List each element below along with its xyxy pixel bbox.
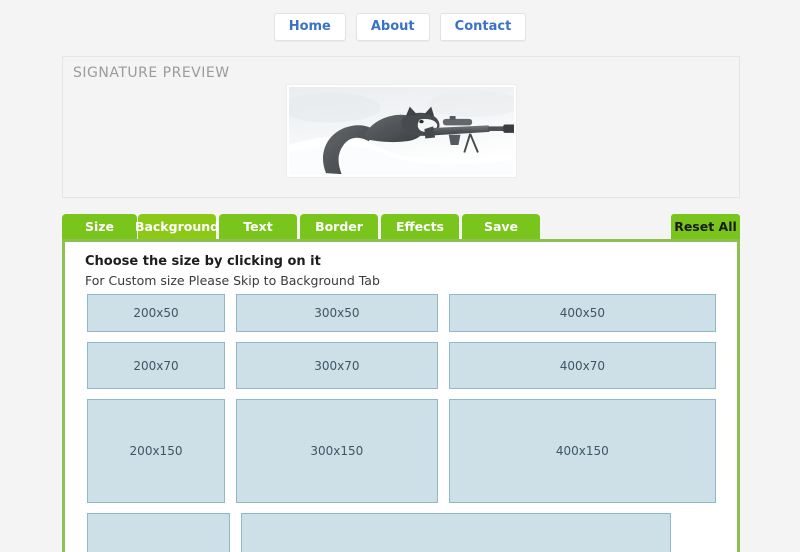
tab-border[interactable]: Border	[300, 214, 378, 239]
signature-preview-image-frame[interactable]	[286, 84, 517, 178]
size-option-partial-1[interactable]	[87, 513, 230, 552]
size-option-400x70[interactable]: 400x70	[448, 342, 716, 389]
size-option-200x70[interactable]: 200x70	[87, 342, 226, 389]
nav-item-contact[interactable]: Contact	[439, 13, 527, 41]
size-row: 200x150 300x150 400x150	[87, 399, 727, 503]
tab-size[interactable]: Size	[62, 214, 137, 239]
size-option-300x50[interactable]: 300x50	[236, 294, 438, 332]
size-option-300x70[interactable]: 300x70	[236, 342, 438, 389]
size-option-partial-2[interactable]	[241, 513, 671, 552]
tab-save[interactable]: Save	[462, 214, 540, 239]
tab-background[interactable]: Background	[135, 214, 219, 239]
size-option-400x150[interactable]: 400x150	[448, 399, 716, 503]
size-row: 200x50 300x50 400x50	[87, 294, 727, 332]
tab-bar: Size Background Text Border Effects Save…	[62, 214, 740, 246]
size-row: 200x70 300x70 400x70	[87, 342, 727, 389]
size-option-200x150[interactable]: 200x150	[87, 399, 226, 503]
nav-item-about[interactable]: About	[355, 13, 430, 41]
size-option-200x50[interactable]: 200x50	[87, 294, 226, 332]
tab-text[interactable]: Text	[219, 214, 297, 239]
panel-subheading: For Custom size Please Skip to Backgroun…	[85, 273, 380, 288]
preview-panel-title: SIGNATURE PREVIEW	[73, 65, 230, 81]
size-option-400x50[interactable]: 400x50	[448, 294, 716, 332]
size-option-300x150[interactable]: 300x150	[236, 399, 438, 503]
top-navigation: Home About Contact	[0, 0, 800, 44]
size-row	[87, 513, 727, 552]
nav-item-home[interactable]: Home	[273, 13, 346, 41]
size-option-grid: 200x50 300x50 400x50 200x70 300x70 400x7…	[87, 294, 727, 552]
panel-heading: Choose the size by clicking on it	[85, 254, 321, 269]
cat-in-snow-with-rifle-image	[289, 87, 514, 175]
reset-all-button[interactable]: Reset All	[671, 214, 740, 239]
size-tab-content-panel: Choose the size by clicking on it For Cu…	[62, 239, 740, 552]
tab-effects[interactable]: Effects	[381, 214, 459, 239]
signature-preview-panel: SIGNATURE PREVIEW	[62, 56, 740, 198]
